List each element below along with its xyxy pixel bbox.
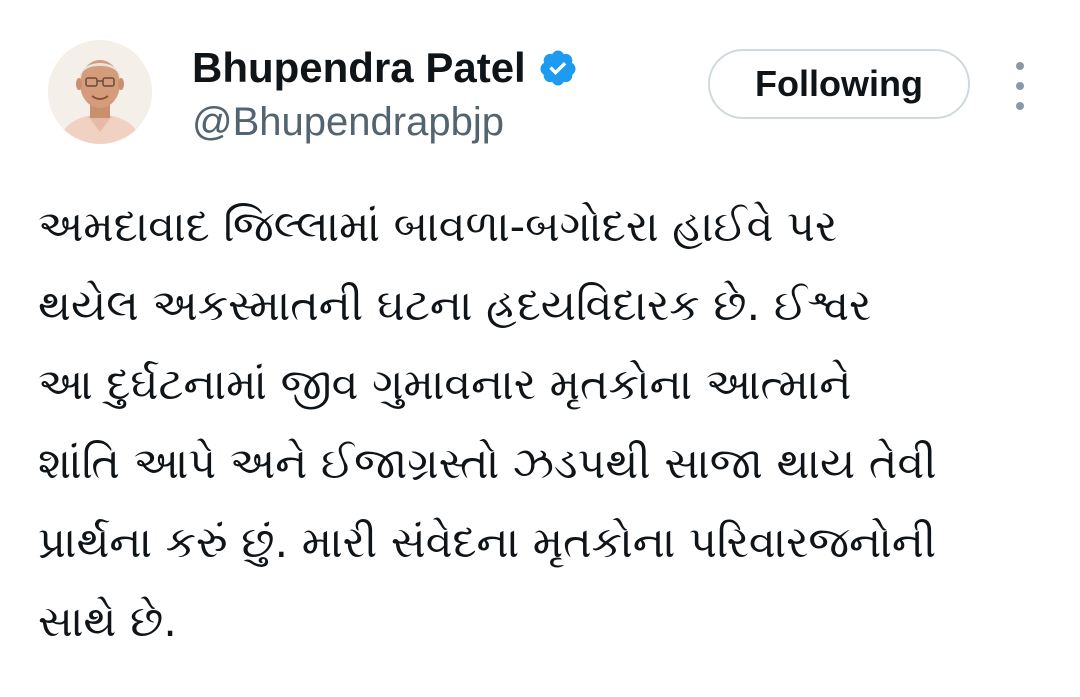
verified-badge-icon bbox=[538, 48, 578, 88]
profile-photo-icon bbox=[48, 40, 152, 144]
tweet-text-line: આ દુર્ઘટનામાં જીવ ગુમાવનાર મૃતકોના આત્મા… bbox=[38, 360, 852, 410]
more-dot bbox=[1016, 62, 1024, 70]
avatar[interactable] bbox=[48, 40, 152, 144]
following-button[interactable]: Following bbox=[708, 49, 970, 119]
tweet-text-line: થયેલ અકસ્માતની ઘટના હ્રદયવિદારક છે. ઈશ્વ… bbox=[38, 281, 872, 331]
tweet-text: અમદાવાદ જિલ્લામાં બાવળા-બગોદરા હાઈવે પર … bbox=[38, 188, 1068, 662]
author-name-row: Bhupendra Patel bbox=[192, 40, 578, 96]
tweet-text-line: સાથે છે. bbox=[38, 597, 177, 647]
tweet-text-line: અમદાવાદ જિલ્લામાં બાવળા-બગોદરા હાઈવે પર bbox=[38, 202, 838, 252]
more-dot bbox=[1016, 82, 1024, 90]
tweet-text-line: પ્રાર્થના કરું છું. મારી સંવેદના મૃતકોના… bbox=[38, 518, 937, 568]
tweet-text-line: શાંતિ આપે અને ઈજાગ્રસ્તો ઝડપથી સાજા થાય … bbox=[38, 439, 937, 489]
more-dot bbox=[1016, 102, 1024, 110]
author-handle[interactable]: @Bhupendrapbjp bbox=[192, 100, 504, 145]
more-vertical-icon[interactable] bbox=[1000, 62, 1040, 110]
author-display-name[interactable]: Bhupendra Patel bbox=[192, 44, 526, 92]
